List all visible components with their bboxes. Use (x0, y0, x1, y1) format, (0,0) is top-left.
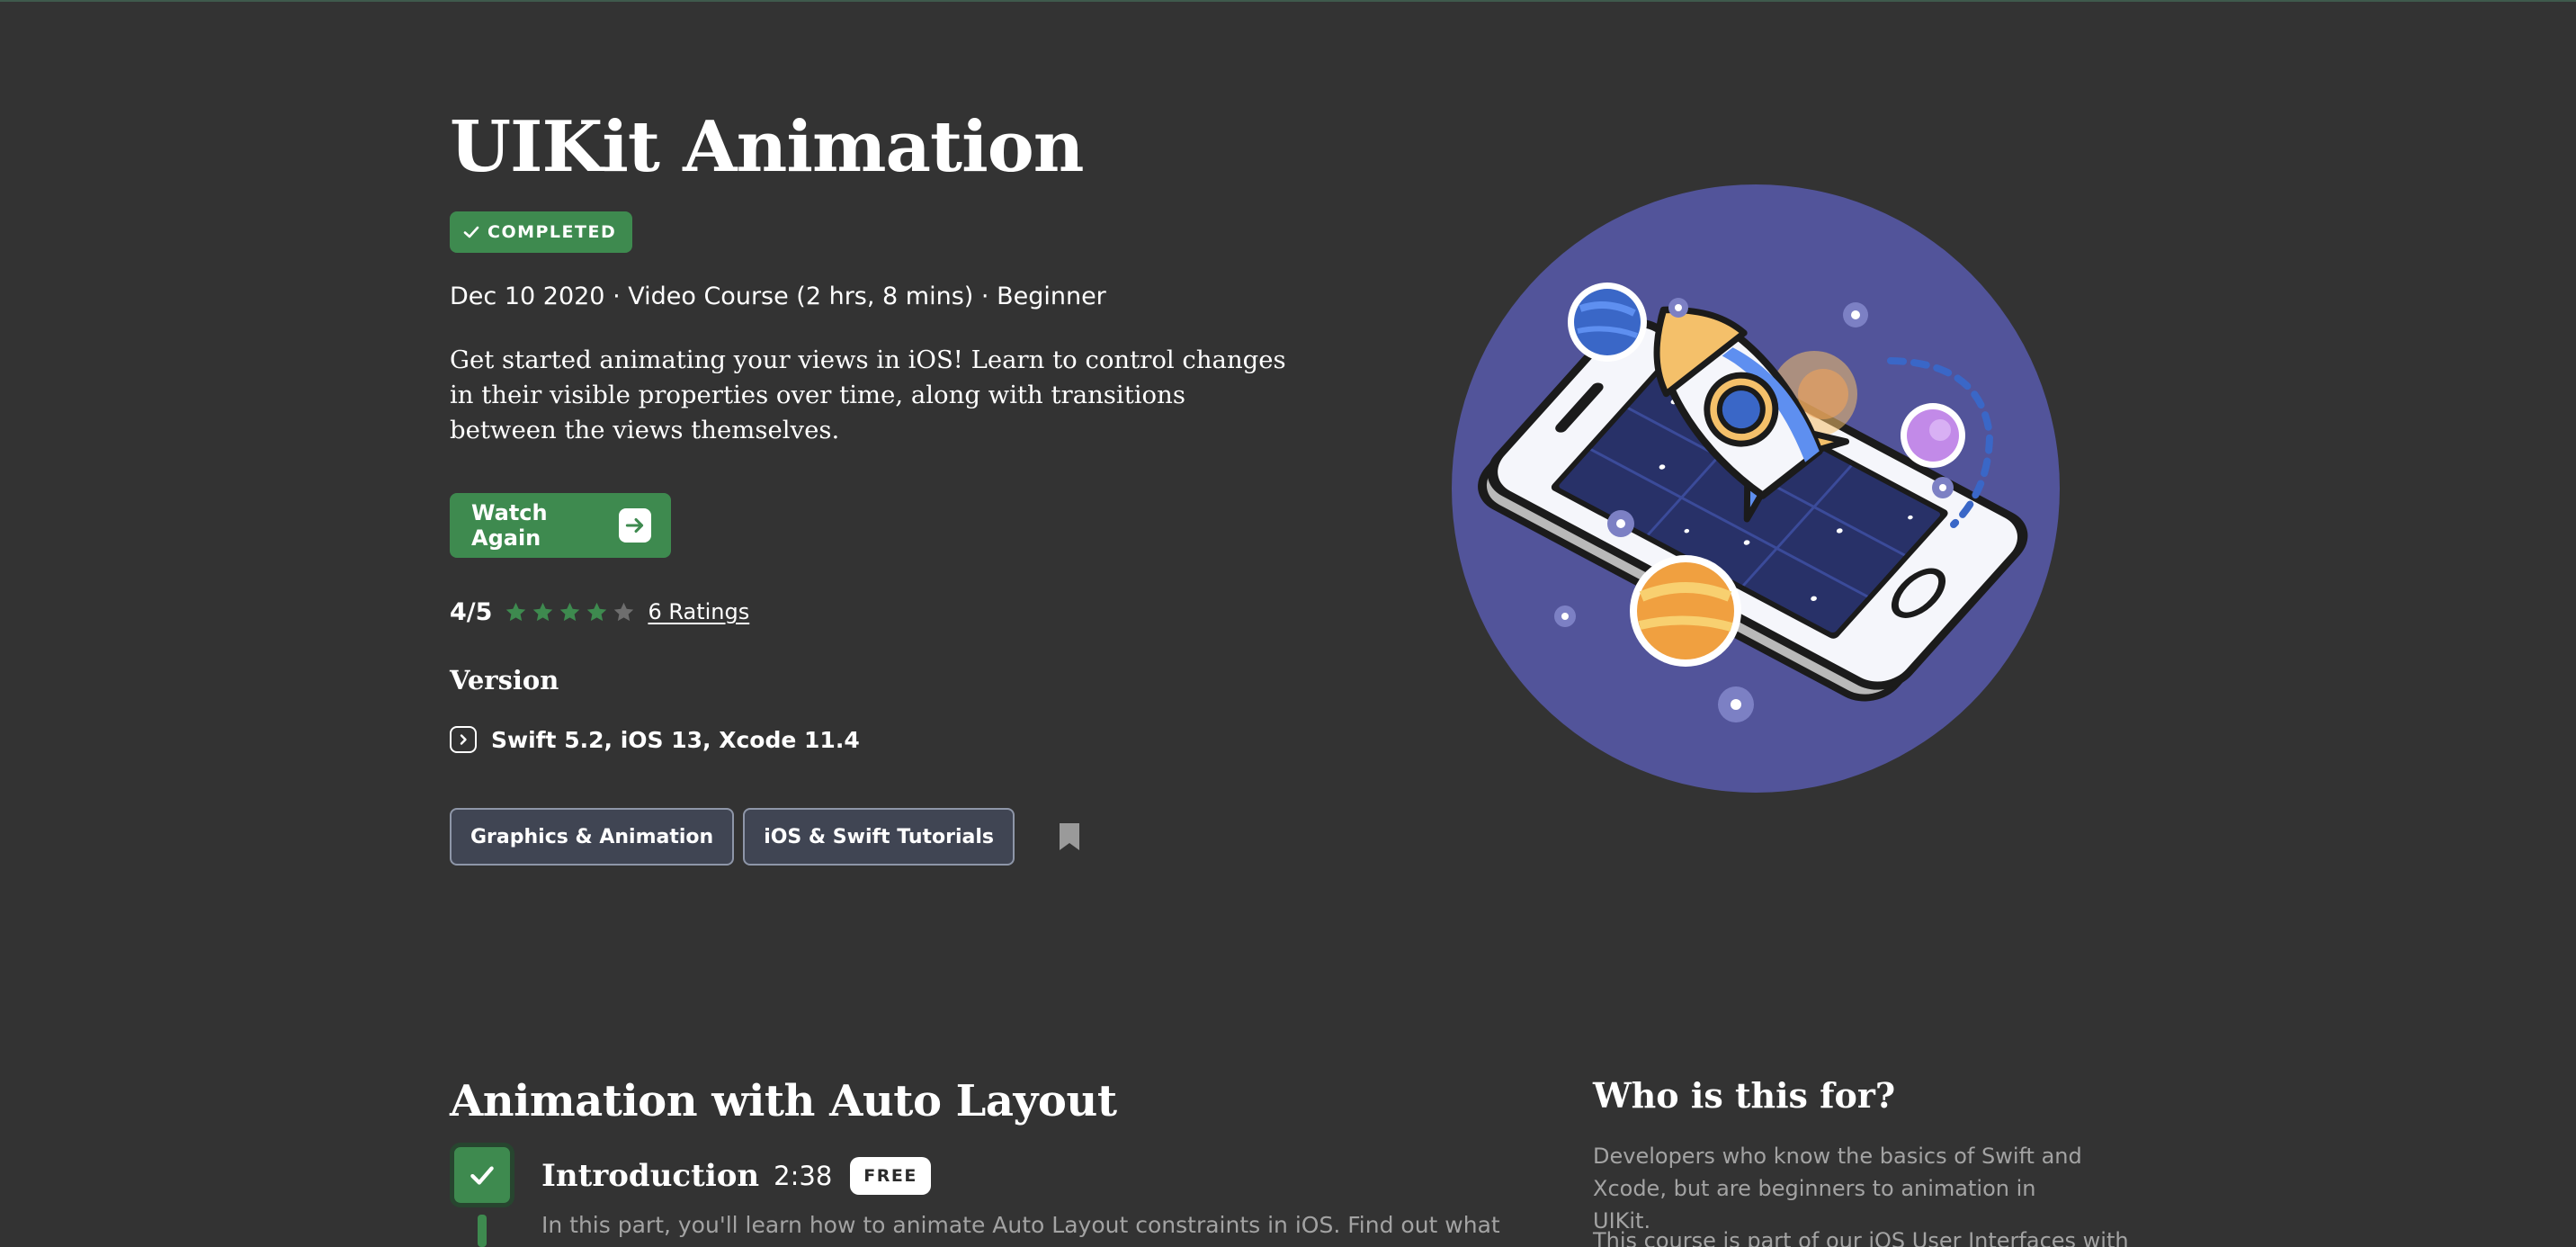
version-row: Swift 5.2, iOS 13, Xcode 11.4 (450, 722, 860, 757)
lesson-progress-line (478, 1215, 487, 1247)
check-icon (463, 226, 479, 238)
rating-score: 4/5 (450, 597, 493, 626)
completed-badge-label: COMPLETED (487, 222, 617, 242)
chevron-right-icon (450, 726, 477, 753)
course-title: UIKit Animation (450, 106, 1084, 188)
check-icon (470, 1166, 494, 1185)
star-icon (506, 602, 526, 621)
tags-row: Graphics & Animation iOS & Swift Tutoria… (450, 808, 1081, 866)
watch-again-button[interactable]: Watch Again (450, 493, 671, 558)
lesson-description: In this part, you'll learn how to animat… (541, 1212, 1500, 1238)
lesson-title-row: Introduction 2:38 FREE (541, 1155, 931, 1197)
course-meta: Dec 10 2020 · Video Course (2 hrs, 8 min… (450, 283, 1106, 310)
star-icon (533, 602, 553, 621)
star-icon (587, 602, 607, 621)
completed-badge: COMPLETED (450, 211, 633, 253)
ratings-link[interactable]: 6 Ratings (648, 599, 749, 624)
top-divider (0, 0, 2576, 2)
arrow-right-icon (618, 508, 651, 543)
section-heading: Animation with Auto Layout (450, 1076, 1117, 1126)
star-icon (614, 602, 634, 621)
star-icon (560, 602, 580, 621)
who-is-this-for-text: Developers who know the basics of Swift … (1593, 1144, 2082, 1234)
course-description: Get started animating your views in iOS!… (450, 345, 1286, 444)
lesson-duration: 2:38 (774, 1161, 833, 1191)
rating-stars (505, 601, 635, 624)
bookmark-icon[interactable] (1058, 821, 1081, 852)
course-series-text: This course is part of our iOS User Inte… (1593, 1228, 2129, 1247)
watch-again-label: Watch Again (471, 500, 548, 551)
tag-graphics-animation[interactable]: Graphics & Animation (450, 808, 735, 866)
rating-row: 4/5 6 Ratings (450, 594, 749, 630)
tag-ios-swift-tutorials[interactable]: iOS & Swift Tutorials (743, 808, 1015, 866)
lesson-complete-checkbox[interactable] (450, 1143, 514, 1207)
free-badge: FREE (850, 1157, 931, 1195)
rocket-iphone-illustration (1452, 184, 2060, 793)
version-heading: Version (450, 665, 559, 695)
lesson-title[interactable]: Introduction (541, 1158, 759, 1194)
version-text: Swift 5.2, iOS 13, Xcode 11.4 (491, 726, 860, 753)
who-is-this-for-heading: Who is this for? (1593, 1075, 1896, 1116)
